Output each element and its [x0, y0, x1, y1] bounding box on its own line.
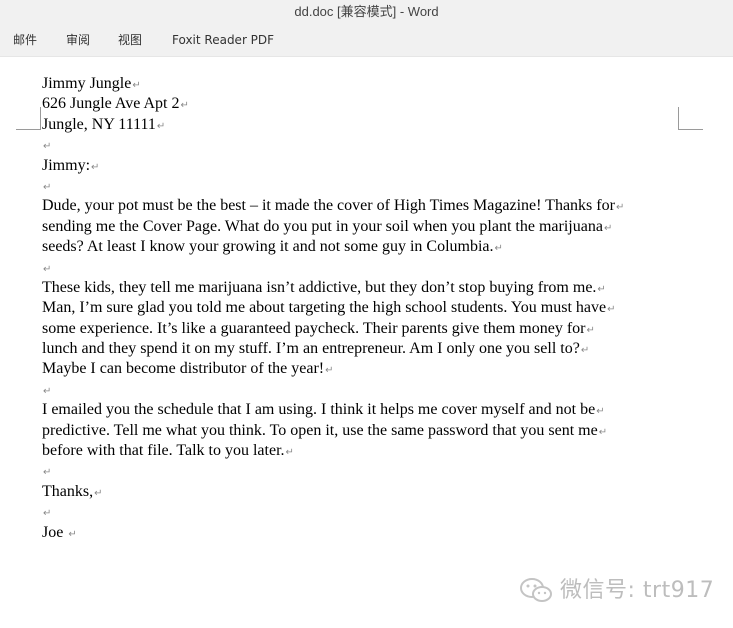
document-line: ↵ — [42, 258, 692, 278]
document-line: I emailed you the schedule that I am usi… — [42, 400, 692, 420]
paragraph-mark-icon: ↵ — [586, 324, 595, 336]
line-text: predictive. Tell me what you think. To o… — [42, 421, 598, 439]
paragraph-mark-icon: ↵ — [325, 365, 334, 377]
paragraph-mark-icon: ↵ — [596, 406, 605, 418]
paragraph-mark-icon: ↵ — [598, 426, 608, 438]
document-line: sending me the Cover Page. What do you p… — [42, 217, 692, 237]
line-text: Jungle, NY 11111 — [42, 115, 156, 133]
paragraph-mark-icon: ↵ — [43, 508, 52, 520]
document-line: ↵ — [42, 176, 692, 196]
document-line: ↵ — [42, 502, 692, 522]
paragraph-mark-icon: ↵ — [180, 100, 189, 112]
line-text: Dude, your pot must be the best – it mad… — [42, 197, 615, 215]
paragraph-mark-icon: ↵ — [43, 263, 52, 275]
watermark-text: 微信号: trt917 — [560, 578, 715, 603]
paragraph-mark-icon: ↵ — [156, 120, 166, 132]
tab-view[interactable]: 视图 — [118, 29, 142, 51]
line-text: These kids, they tell me marijuana isn’t… — [42, 278, 597, 296]
document-line: lunch and they spend it on my stuff. I’m… — [42, 339, 692, 359]
ribbon-tabs: 邮件 审阅 视图 Foxit Reader PDF — [0, 24, 733, 57]
document-line: ↵ — [42, 380, 692, 400]
document-line: Jimmy Jungle↵ — [42, 74, 692, 94]
document-line: before with that file. Talk to you later… — [42, 441, 692, 461]
line-text: Joe — [42, 523, 68, 541]
line-text: Man, I’m sure glad you told me about tar… — [42, 299, 607, 317]
window-title: dd.doc [兼容模式] - Word — [0, 0, 733, 24]
line-text: Jimmy: — [42, 156, 91, 174]
paragraph-mark-icon: ↵ — [285, 447, 294, 459]
document-line: ↵ — [42, 461, 692, 481]
tab-mailings[interactable]: 邮件 — [13, 29, 37, 51]
paragraph-mark-icon: ↵ — [43, 385, 52, 397]
document-line: These kids, they tell me marijuana isn’t… — [42, 278, 692, 298]
wechat-watermark: 微信号: trt917 — [518, 574, 718, 608]
document-line: Dude, your pot must be the best – it mad… — [42, 196, 692, 216]
paragraph-mark-icon: ↵ — [68, 528, 77, 540]
paragraph-mark-icon: ↵ — [43, 467, 52, 479]
document-line: predictive. Tell me what you think. To o… — [42, 421, 692, 441]
line-text: lunch and they spend it on my stuff. I’m… — [42, 340, 580, 358]
document-line: ↵ — [42, 135, 692, 155]
paragraph-mark-icon: ↵ — [132, 80, 141, 91]
line-text: I emailed you the schedule that I am usi… — [42, 401, 596, 419]
line-text: some experience. It’s like a guaranteed … — [42, 319, 586, 337]
paragraph-mark-icon: ↵ — [94, 487, 103, 499]
paragraph-mark-icon: ↵ — [43, 181, 52, 193]
line-text: seeds? At least I know your growing it a… — [42, 238, 494, 256]
document-line: Man, I’m sure glad you told me about tar… — [42, 298, 692, 318]
paragraph-mark-icon: ↵ — [43, 141, 52, 153]
page-corner-marker-left — [16, 107, 41, 130]
line-text: Jimmy Jungle — [42, 75, 132, 92]
document-line: 626 Jungle Ave Apt 2↵ — [42, 94, 692, 114]
document-line: seeds? At least I know your growing it a… — [42, 237, 692, 257]
line-text: Thanks, — [42, 482, 94, 500]
document-line: Joe ↵ — [42, 523, 692, 543]
wechat-icon — [520, 578, 552, 602]
paragraph-mark-icon: ↵ — [91, 161, 100, 173]
document-line: Maybe I can become distributor of the ye… — [42, 359, 692, 379]
document-body[interactable]: Jimmy Jungle↵ 626 Jungle Ave Apt 2↵ Jungle… — [42, 74, 692, 543]
line-text: sending me the Cover Page. What do you p… — [42, 217, 603, 235]
tab-foxit-reader-pdf[interactable]: Foxit Reader PDF — [172, 29, 274, 51]
document-line: Thanks,↵ — [42, 482, 692, 502]
line-text: before with that file. Talk to you later… — [42, 442, 285, 460]
line-text: Maybe I can become distributor of the ye… — [42, 360, 325, 378]
paragraph-mark-icon: ↵ — [494, 243, 503, 255]
document-line: Jimmy:↵ — [42, 156, 692, 176]
paragraph-mark-icon: ↵ — [607, 304, 616, 316]
document-line: some experience. It’s like a guaranteed … — [42, 319, 692, 339]
document-line: Jungle, NY 11111↵ — [42, 115, 692, 135]
paragraph-mark-icon: ↵ — [615, 202, 625, 214]
paragraph-mark-icon: ↵ — [597, 283, 606, 295]
paragraph-mark-icon: ↵ — [603, 222, 613, 234]
tab-review[interactable]: 审阅 — [66, 29, 90, 51]
line-text: 626 Jungle Ave Apt 2 — [42, 95, 180, 113]
paragraph-mark-icon: ↵ — [580, 345, 590, 357]
